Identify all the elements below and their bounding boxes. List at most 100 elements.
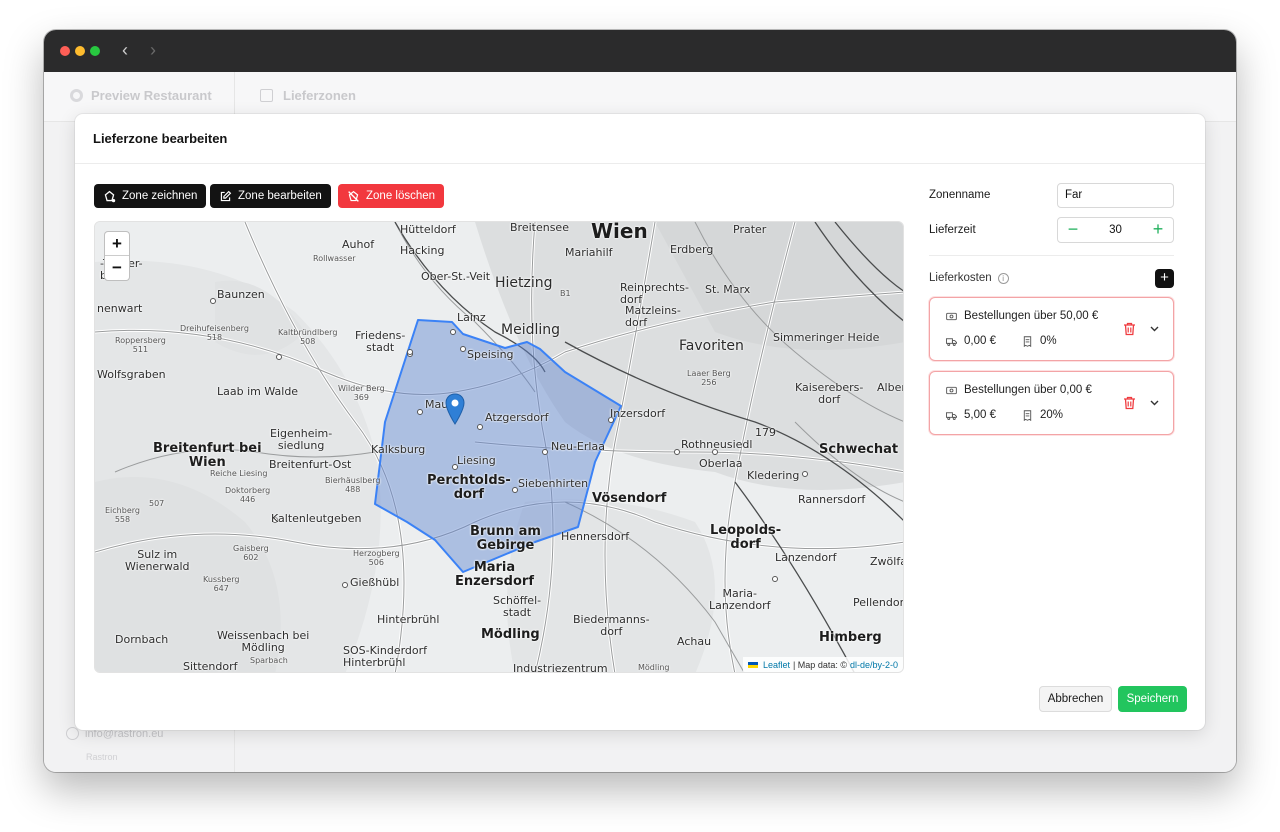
map-label-hinterbruhl: Hinterbrühl (377, 613, 440, 626)
banknote-icon (946, 312, 957, 320)
edit-zone-label: Zone bearbeiten (238, 190, 322, 202)
map-label-matzleinsdorf: Matzleins- dorf (625, 304, 681, 329)
map-label-erdberg: Erdberg (670, 243, 714, 256)
map-label-marialanzendorf: Maria- Lanzendorf (709, 587, 771, 612)
delivery-time-stepper: − 30 + (1057, 217, 1174, 243)
map-label-siebenhirten: Siebenhirten (518, 477, 589, 490)
map-label-achau: Achau (677, 635, 712, 648)
brand-name: Preview Restaurant (91, 88, 212, 103)
trash-icon[interactable] (1123, 396, 1136, 410)
map-label-wilderberg: Wilder Berg 369 (338, 384, 385, 402)
edit-zone-button[interactable]: Zone bearbeiten (210, 184, 331, 208)
truck-icon (946, 337, 957, 346)
map-label-modling: Mödling (481, 627, 540, 642)
cancel-button[interactable]: Abbrechen (1039, 686, 1112, 712)
plus-icon: + (1160, 269, 1169, 286)
trash-icon[interactable] (1123, 322, 1136, 336)
maximize-window-button[interactable] (90, 46, 100, 56)
sidebar-toggle-icon[interactable] (260, 89, 273, 102)
map-label-kaiserebersdorf: Kaiserebers- dorf (795, 381, 864, 406)
map-label-oberlaa: Oberlaa (699, 457, 743, 470)
forward-arrow-icon[interactable]: › (150, 40, 156, 60)
map-label-biedermannsdorf: Biedermanns- dorf (573, 613, 650, 638)
minimize-window-button[interactable] (75, 46, 85, 56)
map-label-kalksburg: Kalksburg (371, 443, 426, 456)
delivery-costs-label: Lieferkosten (929, 272, 992, 284)
draw-zone-button[interactable]: Zone zeichnen (94, 184, 207, 208)
chevron-down-icon[interactable] (1149, 397, 1160, 408)
ukraine-flag-icon (747, 661, 758, 668)
delivery-zone-map[interactable]: Wien Hütteldorf Breitensee Prater Hackin… (94, 221, 904, 673)
pencil-square-icon (220, 190, 232, 201)
map-label-giesshubl: Gießhübl (350, 576, 400, 589)
map-label-rannersdorf: Rannersdorf (798, 493, 866, 506)
map-label-laaerberg: Laaer Berg 256 (687, 369, 731, 387)
chevron-down-icon[interactable] (1149, 323, 1160, 334)
map-label-industriezentrum: Industriezentrum (513, 662, 608, 673)
info-icon[interactable]: i (997, 273, 1009, 284)
cost-fee: 0,00 € (964, 335, 996, 347)
map-label-kledering: Kledering (747, 469, 800, 482)
delete-zone-label: Zone löschen (366, 190, 436, 202)
map-label-meidling: Meidling (501, 322, 561, 338)
map-label-herzogberg: Herzogberg 506 (353, 549, 400, 567)
save-button[interactable]: Speichern (1118, 686, 1187, 712)
draw-zone-label: Zone zeichnen (122, 190, 198, 202)
leaflet-link[interactable]: Leaflet (763, 660, 790, 670)
map-label-liesing: Liesing (457, 454, 496, 467)
map-label-sittendorf: Sittendorf (183, 660, 238, 673)
back-arrow-icon[interactable]: ‹ (122, 40, 128, 60)
delivery-time-label: Lieferzeit (929, 224, 976, 236)
decrement-button[interactable]: − (1058, 218, 1088, 242)
map-label-albern: Albern (877, 381, 903, 394)
delivery-costs-heading: Lieferkosten i (929, 272, 1009, 284)
zoom-out-button[interactable]: − (105, 256, 129, 280)
map-label-n507: 507 (149, 499, 165, 508)
license-link[interactable]: dl-de/by-2-0 (850, 660, 898, 670)
map-label-atzgersdorf: Atzgersdorf (485, 411, 549, 424)
increment-button[interactable]: + (1143, 218, 1173, 242)
add-cost-button[interactable]: + (1155, 269, 1174, 288)
map-label-kaltbrundlberg: Kaltbründlberg 508 (278, 328, 338, 346)
map-label-auhof: Auhof (342, 238, 375, 251)
cost-fee: 5,00 € (964, 409, 996, 421)
map-label-neuerlaa: Neu-Erlaa (551, 440, 605, 453)
delete-zone-button[interactable]: Zone löschen (338, 184, 445, 208)
cost-condition: Bestellungen über 0,00 € (964, 384, 1092, 396)
map-label-rothneusiedl: Rothneusiedl (681, 438, 753, 451)
map-label-zwolfaxing: Zwölfa (870, 555, 904, 568)
brand: Preview Restaurant (70, 88, 212, 103)
map-label-wolfsgraben: Wolfsgraben (97, 368, 166, 381)
map-label-speising: Speising (467, 348, 514, 361)
zoom-control: + − (104, 231, 130, 281)
zone-name-input[interactable]: Far (1057, 183, 1174, 208)
map-label-hietzing: Hietzing (495, 275, 553, 291)
close-window-button[interactable] (60, 46, 70, 56)
page-title: Lieferzonen (283, 88, 356, 103)
page-header: Lieferzonen (260, 88, 356, 103)
map-label-leopoldsdorf: Leopolds- dorf (710, 523, 782, 552)
map-label-obersteveit: Ober-St.-Veit (421, 270, 491, 283)
cost-rule-card[interactable]: Bestellungen über 0,00 € 5,00 € 20% (929, 371, 1174, 435)
cost-condition: Bestellungen über 50,00 € (964, 310, 1099, 322)
attribution-text: | Map data: © (792, 659, 847, 670)
cost-rule-title: Bestellungen über 0,00 € (946, 384, 1092, 396)
map-label-lainz: Lainz (457, 311, 486, 324)
map-label-eichberg: Eichberg 558 (105, 506, 140, 524)
map-label-inzersdorf: Inzersdorf (610, 407, 666, 420)
map-label-mariaenzersdorf: Maria Enzersdorf (455, 560, 534, 589)
delivery-time-input[interactable]: 30 (1088, 218, 1143, 242)
map-label-roppersberg: Roppersberg 511 (115, 336, 166, 354)
cost-percent: 20% (1039, 409, 1064, 421)
map-label-himberg: Himberg (819, 630, 882, 645)
map-marker-icon[interactable] (445, 393, 465, 425)
map-label-n179: 179 (755, 426, 776, 439)
map-label-gaisberg: Gaisberg 602 (233, 544, 269, 562)
cost-rule-card[interactable]: Bestellungen über 50,00 € 0,00 € 0% (929, 297, 1174, 361)
zoom-in-button[interactable]: + (105, 232, 129, 256)
map-label-vosendorf: Vösendorf (592, 491, 667, 506)
polygon-off-icon (348, 190, 359, 202)
brand-logo-icon (70, 89, 83, 102)
cost-percent: 0% (1039, 335, 1057, 347)
cost-rule-title: Bestellungen über 50,00 € (946, 310, 1098, 322)
